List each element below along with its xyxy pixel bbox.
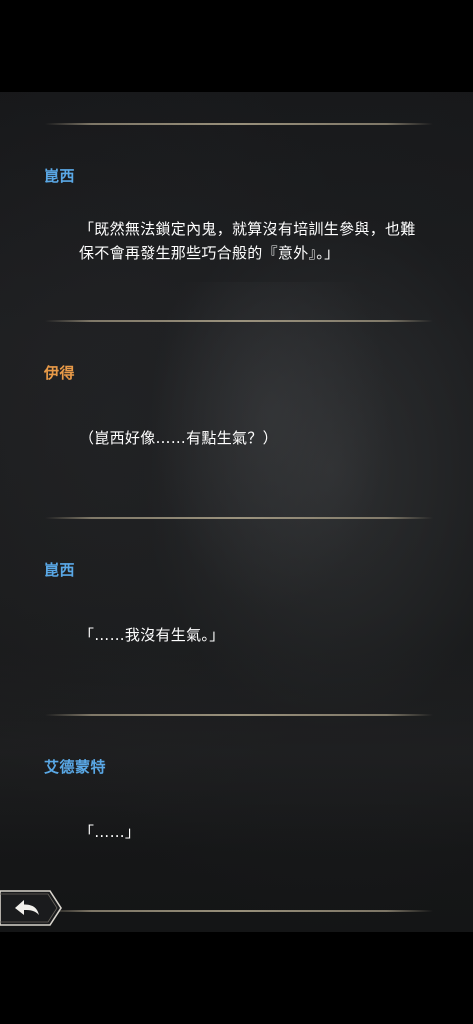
dialogue-text: 「……我沒有生氣。」: [79, 626, 225, 644]
dialogue-text: 「……」: [79, 823, 141, 841]
entry-divider: [45, 517, 433, 519]
speaker-name: 崑西: [44, 167, 76, 185]
screen: 崑西 「既然無法鎖定內鬼，就算沒有培訓生參與，也難保不會再發生那些巧合般的『意外…: [0, 0, 473, 1024]
entry-divider: [45, 320, 433, 322]
entry-divider: [45, 123, 433, 125]
dialogue-text: （崑西好像……有點生氣？）: [79, 429, 278, 447]
speaker-name: 艾德蒙特: [44, 758, 107, 776]
back-arrow-icon: [0, 890, 62, 926]
back-button[interactable]: [0, 890, 62, 926]
speaker-name: 崑西: [44, 561, 76, 579]
speaker-name: 伊得: [44, 364, 76, 382]
dialogue-log[interactable]: 崑西 「既然無法鎖定內鬼，就算沒有培訓生參與，也難保不會再發生那些巧合般的『意外…: [0, 92, 473, 932]
dialogue-text: 「既然無法鎖定內鬼，就算沒有培訓生參與，也難保不會再發生那些巧合般的『意外』。」: [79, 220, 416, 262]
entry-divider: [45, 910, 433, 912]
entry-divider: [45, 714, 433, 716]
